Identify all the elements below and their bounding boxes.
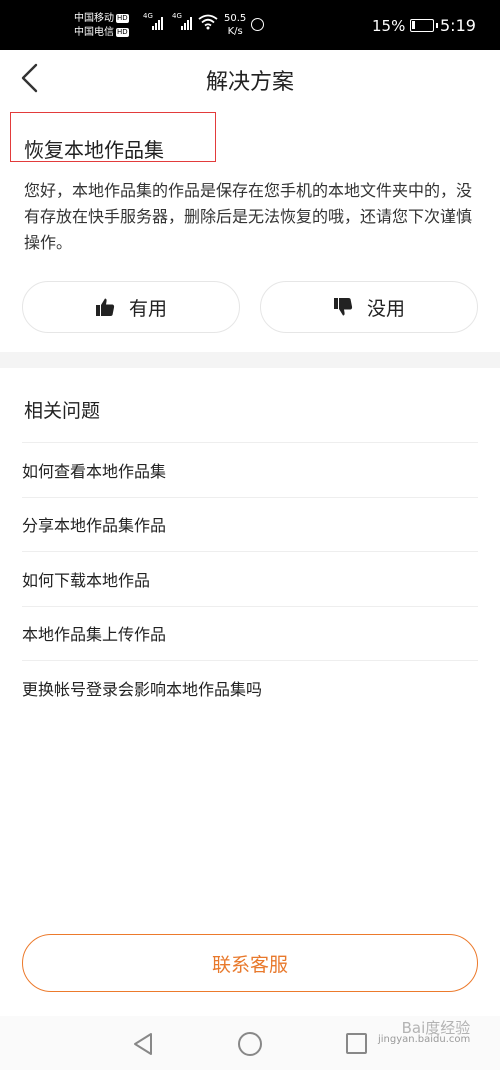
network-speed: 50.5 K/s bbox=[224, 12, 246, 38]
battery-percent: 15% bbox=[372, 17, 406, 35]
watermark: Bai度经验 jingyan.baidu.com bbox=[378, 1019, 471, 1046]
useful-label: 有用 bbox=[128, 297, 167, 320]
network-type-2: 4G bbox=[172, 12, 182, 20]
related-question-item[interactable]: 本地作品集上传作品 bbox=[22, 605, 478, 661]
nav-recent-apps-icon[interactable] bbox=[346, 1033, 367, 1054]
speed-unit: K/s bbox=[227, 26, 243, 37]
watermark-url: jingyan.baidu.com bbox=[378, 1034, 471, 1045]
speed-value: 50.5 bbox=[224, 13, 247, 24]
signal-icon-2: 4G bbox=[172, 12, 192, 30]
hd-badge-1: HD bbox=[116, 13, 129, 23]
related-question-item[interactable]: 更换帐号登录会影响本地作品集吗 bbox=[22, 660, 478, 715]
thumbs-down-icon bbox=[333, 298, 353, 316]
network-type-1: 4G bbox=[143, 12, 153, 20]
related-question-item[interactable]: 如何下载本地作品 bbox=[22, 551, 478, 606]
battery-fill bbox=[412, 21, 415, 29]
signal-icon-1: 4G bbox=[143, 12, 163, 30]
useful-button[interactable]: 有用 bbox=[22, 281, 240, 333]
header: 解决方案 bbox=[0, 50, 500, 106]
battery-icon bbox=[410, 19, 438, 32]
notification-face-icon bbox=[251, 18, 264, 31]
thumbs-up-icon bbox=[95, 298, 115, 316]
carrier-info: 中国移动 HD 中国电信 HD bbox=[74, 12, 129, 40]
solution-title: 恢复本地作品集 bbox=[24, 138, 164, 162]
wifi-icon bbox=[198, 14, 218, 30]
related-questions-title: 相关问题 bbox=[24, 400, 101, 422]
related-question-item[interactable]: 分享本地作品集作品 bbox=[22, 496, 478, 552]
status-bar: 中国移动 HD 中国电信 HD 4G 4G 50.5 K/s 15% 5:19 bbox=[0, 0, 500, 50]
related-question-item[interactable]: 如何查看本地作品集 bbox=[22, 442, 478, 497]
contact-support-button[interactable]: 联系客服 bbox=[22, 934, 478, 992]
watermark-logo: Bai度经验 bbox=[401, 1019, 471, 1037]
clock: 5:19 bbox=[440, 16, 476, 35]
useless-label: 没用 bbox=[366, 297, 405, 320]
related-questions-list: 如何查看本地作品集 分享本地作品集作品 如何下载本地作品 本地作品集上传作品 更… bbox=[22, 442, 478, 715]
useless-button[interactable]: 没用 bbox=[260, 281, 478, 333]
solution-body: 您好，本地作品集的作品是保存在您手机的本地文件夹中的，没有存放在快手服务器，删除… bbox=[24, 181, 473, 252]
nav-back-icon[interactable] bbox=[132, 1032, 154, 1056]
nav-home-icon[interactable] bbox=[238, 1032, 262, 1056]
carrier-1: 中国移动 bbox=[74, 13, 114, 24]
section-divider bbox=[0, 352, 500, 368]
page-title: 解决方案 bbox=[205, 70, 294, 95]
hd-badge-2: HD bbox=[116, 27, 129, 37]
carrier-2: 中国电信 bbox=[74, 27, 114, 38]
